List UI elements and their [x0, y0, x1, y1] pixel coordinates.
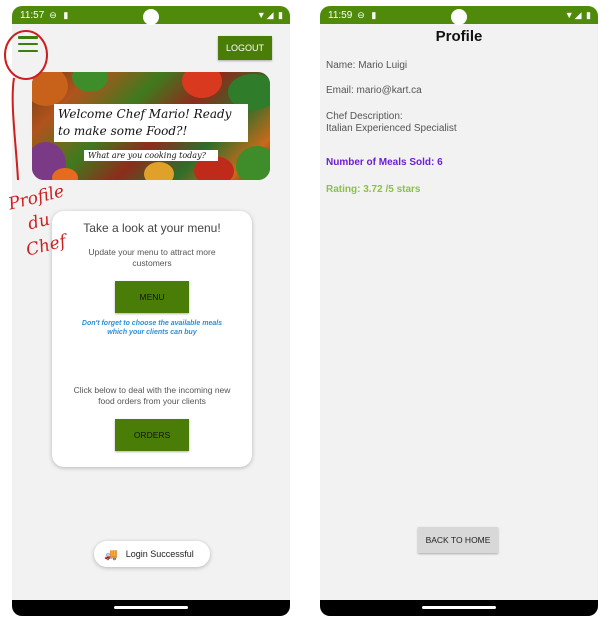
- chef-home-screen: 11:57 ⊖ ▮ ▼◢ ▮ LOGOUT Welcome Chef Mario…: [12, 6, 290, 616]
- description-label: Chef Description:: [326, 111, 403, 122]
- menu-card: Take a look at your menu! Update your me…: [52, 211, 252, 467]
- signal-battery-icons: ▼◢ ▮: [256, 9, 284, 20]
- logout-button[interactable]: LOGOUT: [218, 36, 272, 60]
- toast-text: Login Successful: [125, 549, 194, 559]
- login-toast: 🚚 Login Successful: [94, 541, 210, 567]
- status-time: 11:59: [328, 9, 353, 21]
- camera-cutout: [143, 9, 159, 25]
- home-indicator[interactable]: [114, 606, 188, 609]
- camera-cutout: [451, 9, 467, 25]
- hamburger-icon[interactable]: [18, 36, 38, 52]
- menu-hint: Don't forget to choose the available mea…: [81, 320, 223, 336]
- welcome-banner: Welcome Chef Mario! Ready to make some F…: [32, 72, 270, 180]
- signal-battery-icons: ▼◢ ▮: [564, 9, 592, 20]
- menu-description: Update your menu to attract more custome…: [88, 247, 216, 268]
- description-value: Italian Experienced Specialist: [326, 123, 457, 134]
- menu-button[interactable]: MENU: [115, 281, 189, 313]
- home-indicator[interactable]: [422, 606, 496, 609]
- status-icons: ⊖ ▮: [357, 9, 379, 20]
- status-time: 11:57: [20, 9, 45, 21]
- chef-profile-screen: 11:59 ⊖ ▮ ▼◢ ▮ Profile Name: Mario Luigi…: [320, 6, 598, 616]
- banner-title: Welcome Chef Mario! Ready to make some F…: [54, 104, 248, 142]
- truck-icon: 🚚: [104, 548, 118, 561]
- meals-sold: Number of Meals Sold: 6: [326, 157, 443, 168]
- back-to-home-button[interactable]: BACK TO HOME: [418, 527, 498, 553]
- profile-name: Name: Mario Luigi: [326, 60, 408, 71]
- status-icons: ⊖ ▮: [49, 9, 71, 20]
- navigation-bar: [12, 600, 290, 616]
- page-title: Profile: [435, 28, 483, 45]
- profile-email: Email: mario@kart.ca: [326, 85, 422, 96]
- card-title: Take a look at your menu!: [83, 221, 221, 235]
- orders-description: Click below to deal with the incoming ne…: [73, 385, 231, 406]
- navigation-bar: [320, 600, 598, 616]
- banner-subtitle: What are you cooking today?: [84, 150, 218, 161]
- chef-rating: Rating: 3.72 /5 stars: [326, 184, 421, 195]
- orders-button[interactable]: ORDERS: [115, 419, 189, 451]
